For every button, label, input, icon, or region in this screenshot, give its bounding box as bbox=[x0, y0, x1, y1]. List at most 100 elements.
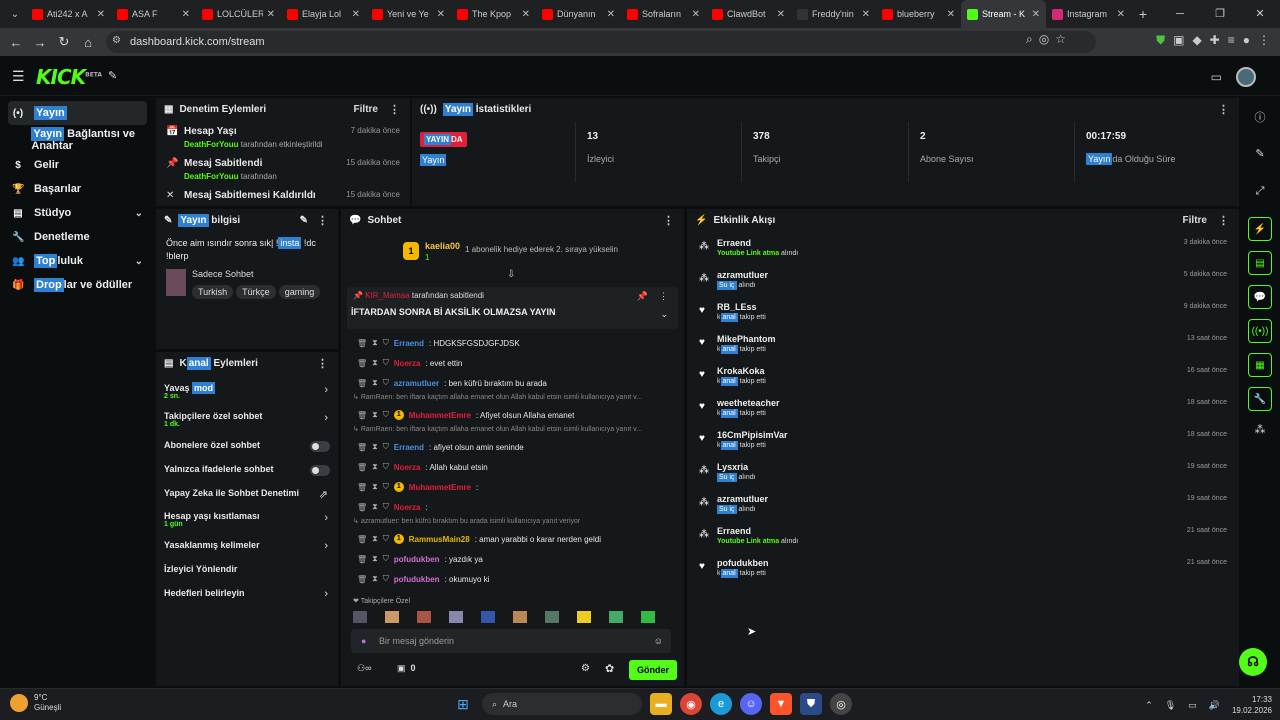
sidebar-item[interactable]: Yayın Bağlantısı ve Anahtar bbox=[8, 127, 147, 153]
ban-icon[interactable]: ⛉ bbox=[383, 442, 389, 452]
tab-close-icon[interactable]: ✕ bbox=[97, 9, 105, 20]
weather-widget[interactable]: 9°C Güneşli bbox=[10, 693, 61, 713]
delete-icon[interactable]: 🗑 bbox=[357, 555, 367, 564]
tab-close-icon[interactable]: ✕ bbox=[607, 9, 615, 20]
maximize-icon[interactable]: ❐ bbox=[1200, 0, 1240, 28]
ban-icon[interactable]: ⛉ bbox=[383, 358, 389, 368]
ban-icon[interactable]: ⛉ bbox=[383, 378, 389, 388]
tab-close-icon[interactable]: ✕ bbox=[777, 9, 785, 20]
zoom-icon[interactable]: ⌕ bbox=[1026, 32, 1033, 47]
media-icon[interactable]: ≡ bbox=[1228, 33, 1235, 48]
chat-input[interactable]: ● Bir mesaj gönderin ☺ bbox=[351, 629, 671, 653]
activity-filter[interactable]: Filtre bbox=[1183, 215, 1207, 226]
timeout-icon[interactable]: ⧗ bbox=[372, 378, 378, 388]
chevron-down-icon[interactable]: ⌄ bbox=[135, 208, 143, 219]
unpin-icon[interactable]: 📌 bbox=[637, 291, 648, 302]
mod-action-item[interactable]: 📅 Hesap Yaşı DeathForYouu tarafından etkin… bbox=[156, 120, 410, 152]
sidebar-item[interactable]: ▤ Stüdyo ⌄ bbox=[8, 201, 147, 225]
emote[interactable] bbox=[385, 611, 399, 623]
mod-actions-menu-icon[interactable]: ⋮ bbox=[389, 103, 400, 116]
delete-icon[interactable]: 🗑 bbox=[357, 483, 367, 492]
menu-dots-icon[interactable]: ⋮ bbox=[1258, 33, 1270, 48]
activity-menu-icon[interactable]: ⋮ bbox=[1218, 214, 1229, 227]
quick-action-chat-icon[interactable]: 💬 bbox=[1248, 285, 1272, 309]
tab-close-icon[interactable]: ✕ bbox=[267, 9, 275, 20]
delete-icon[interactable]: 🗑 bbox=[357, 535, 367, 544]
clock[interactable]: 17:33 19.02.2026 bbox=[1232, 694, 1272, 716]
diamond-extension-icon[interactable]: ◆ bbox=[1192, 33, 1201, 48]
chevron-right-icon[interactable]: › bbox=[324, 384, 328, 396]
extension-badge-icon[interactable]: ▣ bbox=[1173, 33, 1184, 48]
windows-start-icon[interactable]: ⊞ bbox=[452, 693, 474, 715]
mic-icon[interactable]: ● bbox=[361, 636, 366, 646]
close-window-icon[interactable]: ✕ bbox=[1240, 0, 1280, 28]
edit-icon[interactable]: ✎ bbox=[1248, 147, 1272, 167]
external-link-icon[interactable]: ⇗ bbox=[319, 488, 328, 501]
discord-icon[interactable]: ☺ bbox=[740, 693, 762, 715]
tab-close-icon[interactable]: ✕ bbox=[352, 9, 360, 20]
chevron-right-icon[interactable]: › bbox=[324, 588, 328, 600]
emote[interactable] bbox=[641, 611, 655, 623]
mod-actions-filter[interactable]: Filtre bbox=[354, 104, 378, 115]
channel-action-item[interactable]: Yapay Zeka ile Sohbet Denetimi ⇗ bbox=[156, 482, 338, 504]
app-icon[interactable]: ◎ bbox=[830, 693, 852, 715]
browser-tab[interactable]: Sofraların ✕ bbox=[621, 0, 706, 28]
channel-action-item[interactable]: Hesap yaşı kısıtlaması 1 gün › bbox=[156, 506, 338, 532]
sidebar-item[interactable]: 👥 Top luluk ⌄ bbox=[8, 249, 147, 273]
ban-icon[interactable]: ⛉ bbox=[383, 574, 389, 584]
browser-tab[interactable]: Instagram ✕ bbox=[1046, 0, 1131, 28]
tab-close-icon[interactable]: ✕ bbox=[1117, 9, 1125, 20]
chevron-right-icon[interactable]: › bbox=[324, 512, 328, 524]
edit-icon[interactable]: ✎ bbox=[300, 215, 308, 226]
delete-icon[interactable]: 🗑 bbox=[357, 359, 367, 368]
info-icon[interactable]: ⓘ bbox=[1248, 109, 1272, 129]
timeout-icon[interactable]: ⧗ bbox=[372, 554, 378, 564]
profile-avatar[interactable]: ● bbox=[1243, 33, 1250, 48]
channel-action-item[interactable]: Yalnızca ifadelerle sohbet bbox=[156, 458, 338, 480]
browser-tab[interactable]: Yeni ve Ye ✕ bbox=[366, 0, 451, 28]
tab-close-icon[interactable]: ✕ bbox=[692, 9, 700, 20]
site-info-icon[interactable]: ⚙ bbox=[112, 35, 121, 46]
channel-action-item[interactable]: Yavaş mod 2 sn. › bbox=[156, 378, 338, 404]
timeout-icon[interactable]: ⧗ bbox=[372, 442, 378, 452]
ban-icon[interactable]: ⛉ bbox=[383, 462, 389, 472]
kick-logo[interactable]: KICKBETA bbox=[36, 65, 102, 89]
shield-extension-icon[interactable]: ⛊ bbox=[1156, 33, 1165, 48]
hamburger-menu-icon[interactable]: ☰ bbox=[12, 68, 25, 85]
bookmark-star-icon[interactable]: ☆ bbox=[1055, 32, 1066, 47]
taskbar-search[interactable]: ⌕ Ara bbox=[482, 693, 642, 715]
delete-icon[interactable]: 🗑 bbox=[357, 463, 367, 472]
chrome-icon[interactable]: ◉ bbox=[680, 693, 702, 715]
sidebar-item[interactable]: (•) Yayın bbox=[8, 101, 147, 125]
channel-action-item[interactable]: Yasaklanmış kelimeler › bbox=[156, 534, 338, 556]
emote[interactable] bbox=[609, 611, 623, 623]
sidebar-item[interactable]: 🔧 Denetleme bbox=[8, 225, 147, 249]
emote[interactable] bbox=[545, 611, 559, 623]
scroll-down-icon[interactable]: ⇩ bbox=[507, 269, 515, 280]
reload-icon[interactable]: ↻ bbox=[52, 34, 76, 50]
timeout-icon[interactable]: ⧗ bbox=[372, 410, 378, 420]
delete-icon[interactable]: 🗑 bbox=[357, 379, 367, 388]
channel-actions-menu-icon[interactable]: ⋮ bbox=[317, 357, 328, 370]
stream-info-menu-icon[interactable]: ⋮ bbox=[317, 214, 328, 227]
theater-icon[interactable]: ▭ bbox=[1211, 70, 1222, 84]
delete-icon[interactable]: 🗑 bbox=[357, 575, 367, 584]
expand-icon[interactable]: ⤢ bbox=[1248, 185, 1272, 205]
user-avatar[interactable] bbox=[1236, 67, 1256, 87]
back-icon[interactable]: ← bbox=[4, 35, 28, 50]
browser-tab[interactable]: ClawdBot ✕ bbox=[706, 0, 791, 28]
channel-action-item[interactable]: İzleyici Yönlendir bbox=[156, 558, 338, 580]
toggle-switch[interactable] bbox=[310, 465, 330, 476]
forward-icon[interactable]: → bbox=[28, 35, 52, 50]
tab-close-icon[interactable]: ✕ bbox=[862, 9, 870, 20]
minimize-icon[interactable]: ─ bbox=[1160, 0, 1200, 28]
points-icon[interactable]: ⚇∞ bbox=[357, 663, 371, 674]
ban-icon[interactable]: ⛉ bbox=[383, 338, 389, 348]
browser-tab[interactable]: ASA F ✕ bbox=[111, 0, 196, 28]
sidebar-item[interactable]: 🎁 Drop lar ve ödüller bbox=[8, 273, 147, 297]
delete-icon[interactable]: 🗑 bbox=[357, 339, 367, 348]
emote[interactable] bbox=[417, 611, 431, 623]
shield-app-icon[interactable]: ⛊ bbox=[800, 693, 822, 715]
network-icon[interactable]: ▭ bbox=[1188, 700, 1197, 711]
pin-icon[interactable]: ✎ bbox=[108, 69, 117, 82]
